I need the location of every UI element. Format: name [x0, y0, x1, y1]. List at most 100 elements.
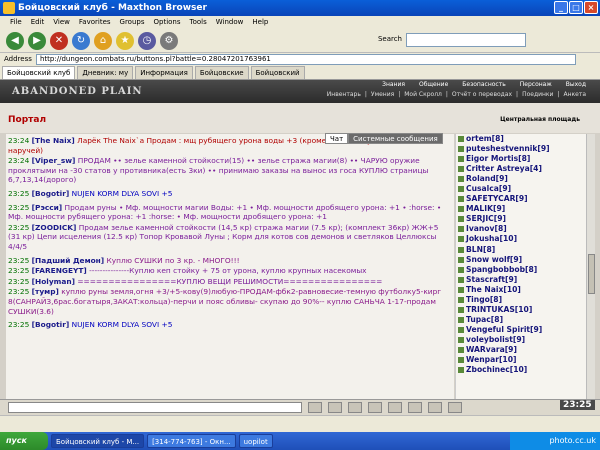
- player-name[interactable]: SAFETYCAR[9]: [466, 194, 528, 203]
- menu-window[interactable]: Window: [216, 16, 244, 29]
- subnav-inventory[interactable]: Инвентарь: [327, 91, 361, 98]
- player-list-item[interactable]: The Naix[10]: [458, 285, 590, 295]
- player-list-item[interactable]: Tupac[8]: [458, 315, 590, 325]
- subnav-skills[interactable]: Умения: [371, 91, 394, 98]
- subnav-transfers[interactable]: Отчёт о переводах: [452, 91, 512, 98]
- player-name[interactable]: WARvara[9]: [466, 345, 517, 354]
- filter-button[interactable]: [368, 402, 382, 413]
- player-list-item[interactable]: TRINTUKAS[10]: [458, 305, 590, 315]
- minimize-button[interactable]: _: [554, 1, 568, 14]
- nav-knowledge[interactable]: Знания: [382, 81, 405, 88]
- player-name[interactable]: Wenpar[10]: [466, 355, 516, 364]
- player-list-item[interactable]: SAFETYCAR[9]: [458, 194, 590, 204]
- send-button[interactable]: [308, 402, 322, 413]
- home-icon[interactable]: ⌂: [94, 31, 112, 50]
- nav-character[interactable]: Персонаж: [520, 81, 552, 88]
- player-name[interactable]: Vengeful Spirit[9]: [466, 325, 542, 334]
- player-list-item[interactable]: BLN[8]: [458, 245, 590, 255]
- player-list-item[interactable]: Vengeful Spirit[9]: [458, 325, 590, 335]
- player-list-item[interactable]: ortem[8]: [458, 134, 590, 144]
- player-list-item[interactable]: Cusalca[9]: [458, 184, 590, 194]
- tab-system-messages[interactable]: Системные сообщения: [348, 133, 443, 144]
- menu-options[interactable]: Options: [154, 16, 181, 29]
- menu-view[interactable]: View: [53, 16, 70, 29]
- nav-exit[interactable]: Выход: [566, 81, 586, 88]
- player-list-item[interactable]: voleybolist[9]: [458, 335, 590, 345]
- player-list-item[interactable]: Wenpar[10]: [458, 355, 590, 365]
- tab-5[interactable]: Бойцовский: [250, 66, 305, 79]
- menu-favorites[interactable]: Favorites: [79, 16, 111, 29]
- player-name[interactable]: Stascraft[9]: [466, 275, 517, 284]
- player-list-item[interactable]: Eigor Mortis[8]: [458, 154, 590, 164]
- stop-icon[interactable]: ✕: [50, 31, 68, 50]
- back-icon[interactable]: ◀: [6, 31, 24, 50]
- close-button[interactable]: ×: [584, 1, 598, 14]
- player-list-item[interactable]: Snow wolf[9]: [458, 255, 590, 265]
- player-list-item[interactable]: Jokusha[10]: [458, 234, 590, 244]
- tab-3[interactable]: Информация: [135, 66, 193, 79]
- player-name[interactable]: Roland[9]: [466, 174, 508, 183]
- player-name[interactable]: Zbochinec[10]: [466, 365, 527, 374]
- tab-4[interactable]: Бойцовские: [194, 66, 249, 79]
- player-name[interactable]: Tupac[8]: [466, 315, 503, 324]
- player-list-item[interactable]: Ivanov[8]: [458, 224, 590, 234]
- taskbar-item-uopilot[interactable]: uopilot: [238, 434, 273, 448]
- player-list-item[interactable]: Tingo[8]: [458, 295, 590, 305]
- player-name[interactable]: Tingo[8]: [466, 295, 502, 304]
- nav-communication[interactable]: Общение: [419, 81, 448, 88]
- taskbar-item-browser[interactable]: Бойцовский клуб - M...: [51, 434, 145, 448]
- player-name[interactable]: The Naix[10]: [466, 285, 521, 294]
- tab-2[interactable]: Дневник: му: [77, 66, 134, 79]
- menu-tools[interactable]: Tools: [190, 16, 207, 29]
- player-list-item[interactable]: WARvara[9]: [458, 345, 590, 355]
- clear-button[interactable]: [328, 402, 342, 413]
- subnav-profile[interactable]: Анкета: [563, 91, 586, 98]
- player-list-item[interactable]: Zbochinec[10]: [458, 365, 590, 375]
- player-name[interactable]: Snow wolf[9]: [466, 255, 522, 264]
- player-name[interactable]: Eigor Mortis[8]: [466, 154, 530, 163]
- maximize-button[interactable]: □: [569, 1, 583, 14]
- player-name[interactable]: BLN[8]: [466, 245, 495, 254]
- player-list-item[interactable]: Stascraft[9]: [458, 275, 590, 285]
- player-list-item[interactable]: Critter Astreya[4]: [458, 164, 590, 174]
- player-name[interactable]: Spangbobbob[8]: [466, 265, 537, 274]
- forward-icon[interactable]: ▶: [28, 31, 46, 50]
- tab-1[interactable]: Бойцовский клуб: [2, 66, 76, 79]
- player-list-item[interactable]: puteshestvennik[9]: [458, 144, 590, 154]
- subnav-scroll[interactable]: Мой Скролл: [404, 91, 442, 98]
- player-list-scrollbar[interactable]: [586, 134, 595, 399]
- settings-button[interactable]: [448, 402, 462, 413]
- player-name[interactable]: Ivanov[8]: [466, 224, 507, 233]
- taskbar-item-chat[interactable]: [314-774-763] - Окн...: [147, 434, 236, 448]
- player-list-item[interactable]: Spangbobbob[8]: [458, 265, 590, 275]
- menu-groups[interactable]: Groups: [120, 16, 145, 29]
- search-input[interactable]: [406, 33, 526, 47]
- player-name[interactable]: Cusalca[9]: [466, 184, 511, 193]
- location-link[interactable]: Центральная площадь: [500, 116, 580, 123]
- menu-file[interactable]: File: [10, 16, 22, 29]
- start-button[interactable]: пуск: [0, 432, 48, 450]
- log-button[interactable]: [428, 402, 442, 413]
- player-name[interactable]: MALIK[9]: [466, 204, 505, 213]
- player-name[interactable]: TRINTUKAS[10]: [466, 305, 532, 314]
- favorites-icon[interactable]: ★: [116, 31, 134, 50]
- options-button[interactable]: [388, 402, 402, 413]
- nav-security[interactable]: Безопасность: [462, 81, 506, 88]
- player-name[interactable]: SERJIC[9]: [466, 214, 506, 223]
- player-name[interactable]: Jokusha[10]: [466, 234, 517, 243]
- chat-input[interactable]: [8, 402, 302, 413]
- history-icon[interactable]: ◷: [138, 31, 156, 50]
- tab-chat[interactable]: Чат: [325, 133, 349, 144]
- player-list-item[interactable]: SERJIC[9]: [458, 214, 590, 224]
- smiles-button[interactable]: [348, 402, 362, 413]
- refresh-icon[interactable]: ↻: [72, 31, 90, 50]
- player-name[interactable]: Critter Astreya[4]: [466, 164, 542, 173]
- player-list-item[interactable]: Roland[9]: [458, 174, 590, 184]
- player-name[interactable]: puteshestvennik[9]: [466, 144, 550, 153]
- player-name[interactable]: ortem[8]: [466, 134, 504, 143]
- subnav-fights[interactable]: Поединки: [522, 91, 553, 98]
- tools-icon[interactable]: ⚙: [160, 31, 178, 50]
- menu-help[interactable]: Help: [252, 16, 268, 29]
- menu-edit[interactable]: Edit: [31, 16, 45, 29]
- address-input[interactable]: http://dungeon.combats.ru/buttons.pl?bat…: [36, 54, 576, 65]
